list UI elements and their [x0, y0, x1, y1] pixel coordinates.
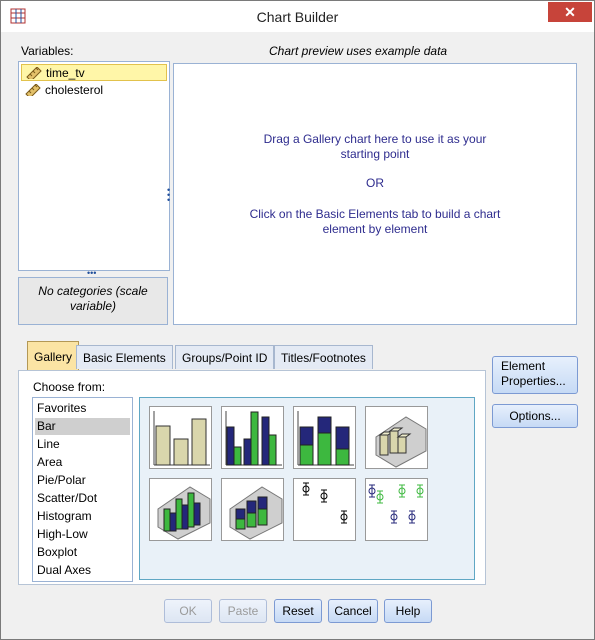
no-categories-text-2: variable): [69, 299, 117, 313]
simple-error-bar-icon: [302, 482, 348, 524]
close-button[interactable]: ✕: [548, 2, 592, 22]
simple-3d-bar-icon: [375, 416, 427, 468]
chart-type-bar[interactable]: Bar: [35, 418, 130, 435]
stacked-3d-bar-thumbnail[interactable]: [221, 478, 284, 541]
tab-groups-point-id[interactable]: Groups/Point ID: [175, 345, 275, 369]
reset-button[interactable]: Reset: [274, 599, 322, 623]
chart-type-scatter-dot[interactable]: Scatter/Dot: [35, 490, 130, 507]
chart-type-high-low[interactable]: High-Low: [35, 526, 130, 543]
clustered-error-bar-thumbnail[interactable]: [365, 478, 428, 541]
categories-box: No categories (scale variable): [18, 277, 168, 325]
gallery-thumbnails-area: [139, 397, 475, 580]
chart-type-favorites[interactable]: Favorites: [35, 400, 130, 417]
paste-button[interactable]: Paste: [219, 599, 267, 623]
variables-label: Variables:: [21, 44, 74, 58]
chart-type-dual-axes[interactable]: Dual Axes: [35, 562, 130, 579]
horizontal-splitter-handle[interactable]: •••: [87, 269, 96, 278]
options-button[interactable]: Options...: [492, 404, 578, 428]
stacked-bar-icon: [297, 411, 354, 466]
stacked-3d-bar-icon: [229, 486, 283, 540]
scale-ruler-icon: [26, 67, 42, 79]
clustered-bar-thumbnail[interactable]: [221, 406, 284, 469]
window-title: Chart Builder: [256, 9, 339, 25]
chart-preview-canvas[interactable]: Drag a Gallery chart here to use it as y…: [173, 63, 577, 325]
element-properties-line-2: Properties...: [501, 374, 566, 388]
choose-from-label: Choose from:: [33, 380, 106, 394]
preview-instruction-3: Click on the Basic Elements tab to build…: [249, 207, 501, 221]
clustered-bar-icon: [225, 411, 282, 466]
preview-or: OR: [366, 176, 384, 190]
ok-button[interactable]: OK: [164, 599, 212, 623]
preview-instruction-4: element by element: [322, 222, 428, 236]
preview-instruction-2: starting point: [340, 147, 410, 161]
chart-type-pie-polar[interactable]: Pie/Polar: [35, 472, 130, 489]
tab-gallery[interactable]: Gallery: [27, 341, 80, 371]
gallery-panel: Choose from: Favorites Bar Line Area Pie…: [18, 370, 486, 585]
variable-item-cholesterol[interactable]: cholesterol: [21, 82, 167, 99]
clustered-3d-bar-thumbnail[interactable]: [149, 478, 212, 541]
clustered-3d-bar-icon: [157, 486, 211, 540]
variable-item-time-tv[interactable]: time_tv: [21, 64, 167, 81]
no-categories-text-1: No categories (scale: [38, 284, 148, 298]
simple-bar-thumbnail[interactable]: [149, 406, 212, 469]
variable-label: time_tv: [46, 66, 85, 80]
element-properties-line-1: Element: [501, 359, 546, 373]
chart-builder-window: Chart Builder ✕ Variables: Chart preview…: [0, 0, 595, 640]
tab-titles-footnotes[interactable]: Titles/Footnotes: [274, 345, 373, 369]
simple-3d-bar-thumbnail[interactable]: [365, 406, 428, 469]
cancel-button[interactable]: Cancel: [328, 599, 378, 623]
title-bar: Chart Builder ✕: [1, 1, 594, 32]
variable-label: cholesterol: [45, 83, 104, 97]
chart-type-histogram[interactable]: Histogram: [35, 508, 130, 525]
element-properties-button[interactable]: Element Properties...: [492, 356, 578, 394]
preview-instruction-1: Drag a Gallery chart here to use it as y…: [263, 132, 487, 146]
scale-ruler-icon: [25, 84, 41, 96]
chart-type-area[interactable]: Area: [35, 454, 130, 471]
chart-type-list[interactable]: Favorites Bar Line Area Pie/Polar Scatte…: [32, 397, 133, 582]
tab-strip: Gallery Basic Elements Groups/Point ID T…: [23, 341, 485, 371]
chart-type-line[interactable]: Line: [35, 436, 130, 453]
preview-caption: Chart preview uses example data: [269, 44, 448, 58]
simple-error-bar-thumbnail[interactable]: [293, 478, 356, 541]
chart-type-boxplot[interactable]: Boxplot: [35, 544, 130, 561]
clustered-error-bar-icon: [368, 484, 424, 524]
stacked-bar-thumbnail[interactable]: [293, 406, 356, 469]
variables-list[interactable]: time_tv cholesterol: [18, 61, 170, 271]
tab-basic-elements[interactable]: Basic Elements: [76, 345, 173, 369]
simple-bar-icon: [153, 411, 210, 466]
help-button[interactable]: Help: [384, 599, 432, 623]
